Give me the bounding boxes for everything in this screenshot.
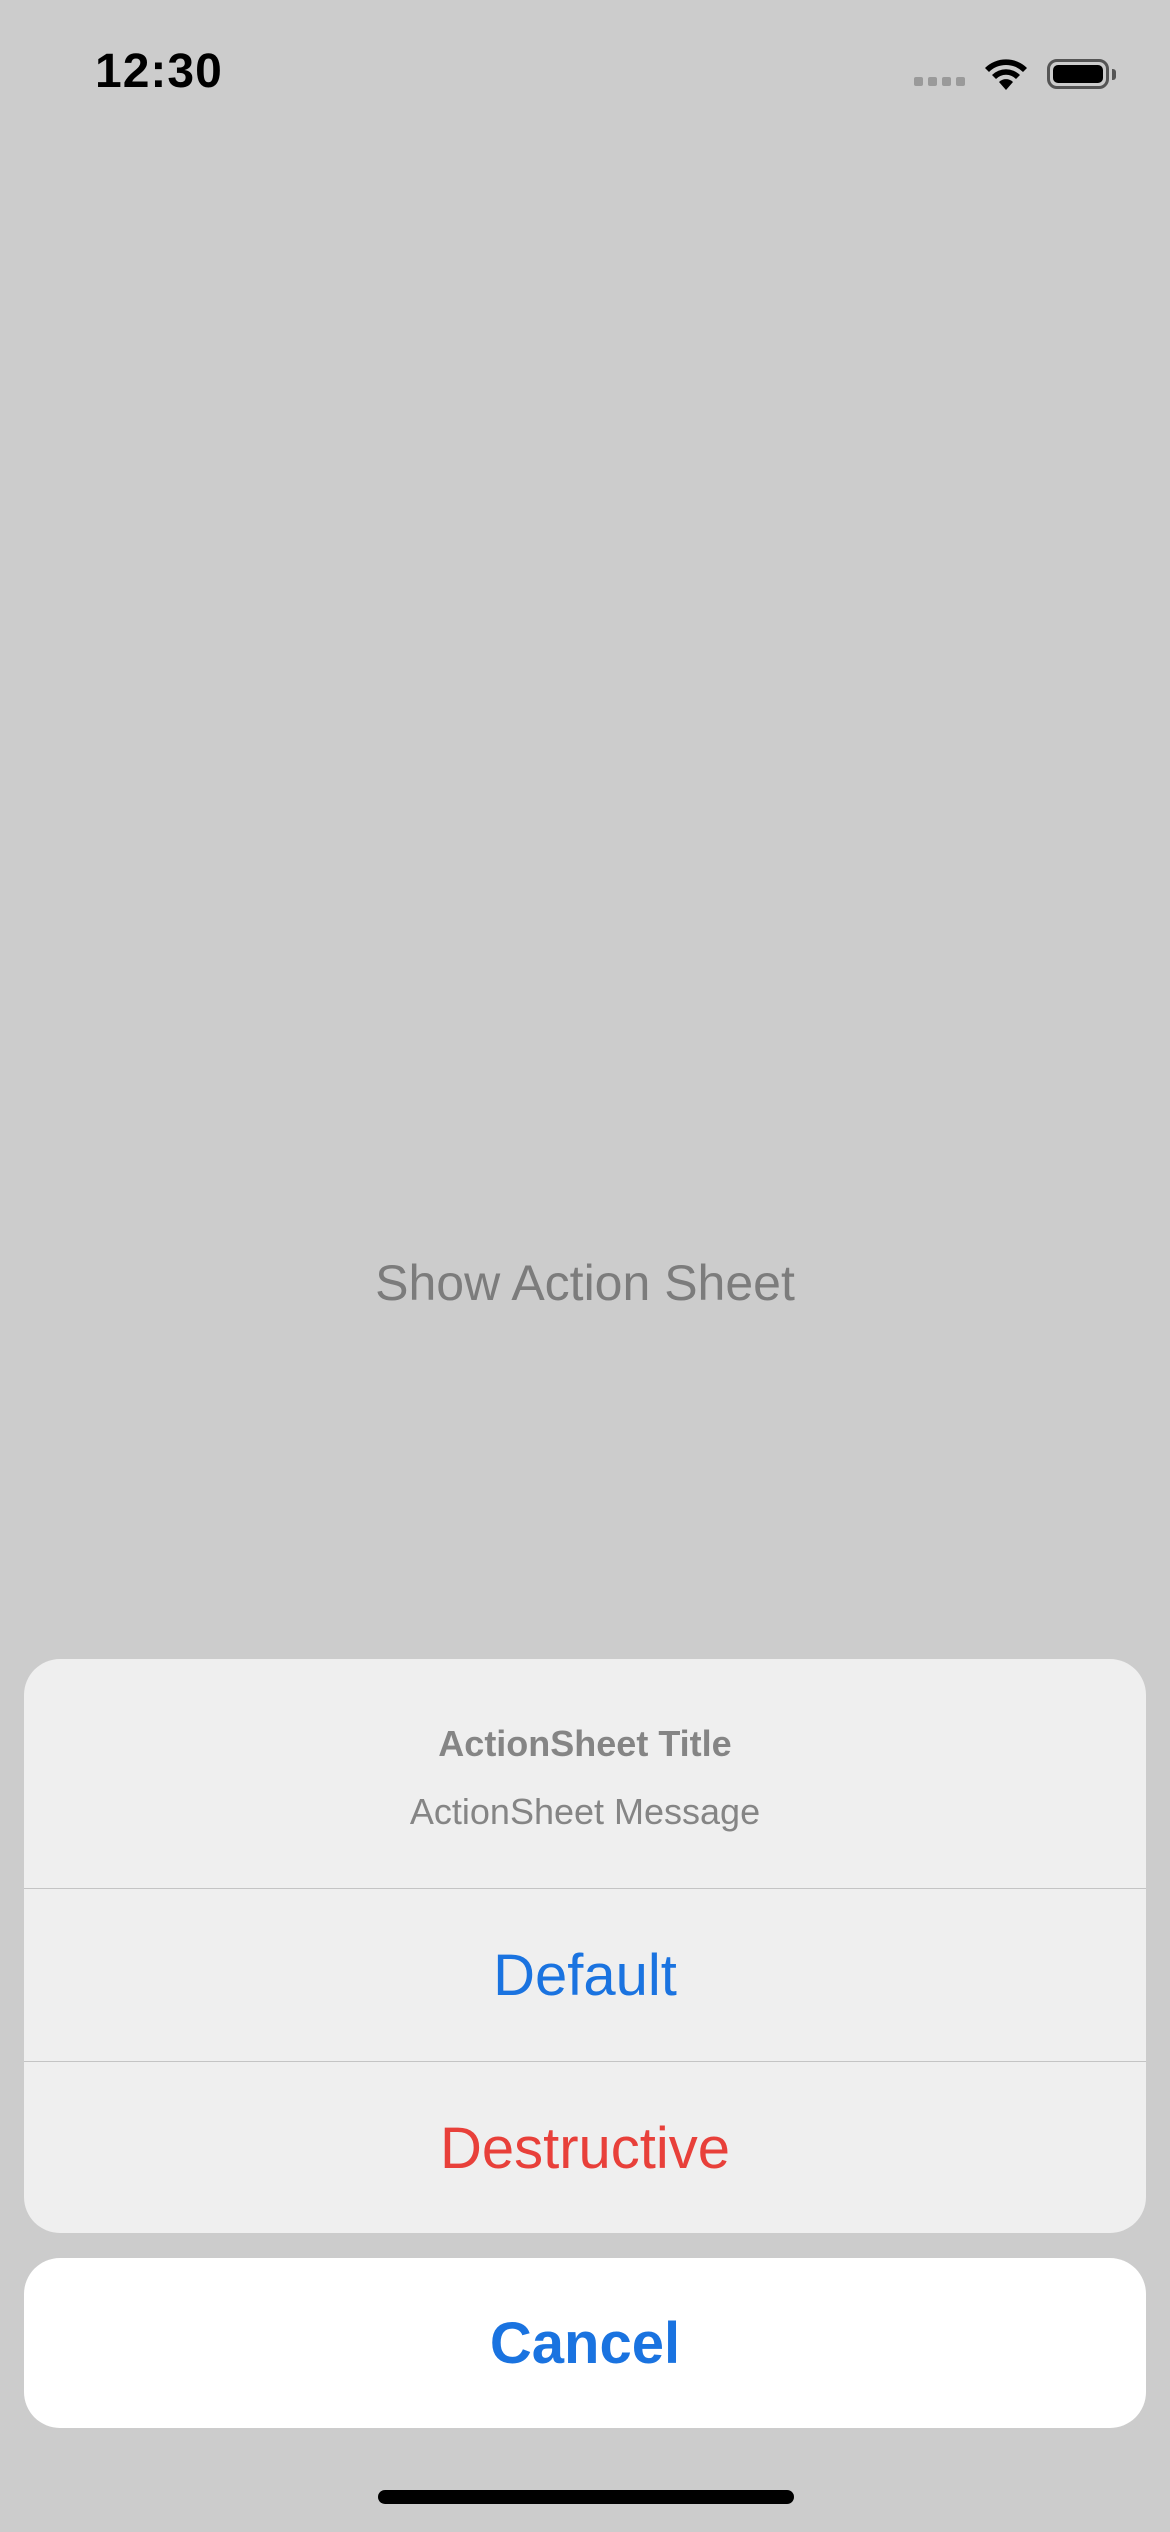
cancel-button[interactable]: Cancel [24,2258,1146,2428]
wifi-icon [983,56,1029,92]
home-indicator[interactable] [378,2490,794,2504]
screen: 12:30 Show Action Sheet ActionSheet Titl… [0,0,1170,2532]
default-action-button[interactable]: Default [24,1889,1146,2062]
status-time: 12:30 [95,45,223,98]
action-sheet-title: ActionSheet Title [438,1723,732,1764]
show-action-sheet-button[interactable]: Show Action Sheet [0,1254,1170,1312]
action-sheet-message: ActionSheet Message [409,1791,761,1832]
cellular-signal-icon [914,62,965,86]
status-icons [914,52,1116,96]
battery-icon [1047,59,1116,89]
action-sheet: ActionSheet Title ActionSheet Message De… [24,1659,1146,2233]
destructive-action-button[interactable]: Destructive [24,2062,1146,2233]
action-sheet-header: ActionSheet Title ActionSheet Message [24,1659,1146,1889]
